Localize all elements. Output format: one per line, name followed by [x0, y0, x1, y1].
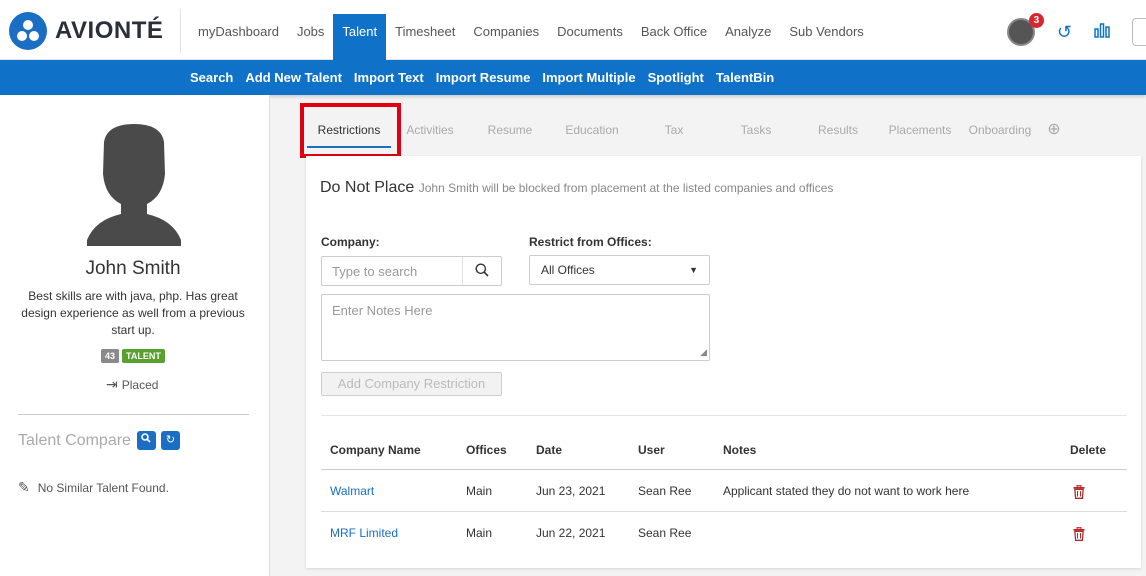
nav-item-jobs[interactable]: Jobs	[288, 14, 333, 60]
offices-label: Restrict from Offices:	[529, 235, 652, 249]
logo[interactable]: AVIONTÉ	[9, 12, 163, 50]
restrictions-table: Company Name Offices Date User Notes Del…	[321, 434, 1127, 554]
refresh-icon[interactable]: ↺	[1057, 22, 1072, 43]
header-company-name[interactable]: Company Name	[330, 434, 421, 467]
caret-down-icon: ▼	[689, 265, 698, 275]
offices-select[interactable]: All Offices ▼	[529, 255, 710, 285]
header-delete: Delete	[1070, 443, 1107, 457]
search-icon[interactable]	[463, 263, 501, 280]
nav-item-talent[interactable]: Talent	[333, 14, 387, 60]
company-label: Company:	[321, 235, 380, 249]
row-notes: Applicant stated they do not want to wor…	[723, 484, 970, 498]
talent-compare: Talent Compare ↻	[18, 431, 185, 450]
restrictions-panel: Do Not Place John Smith will be blocked …	[306, 156, 1141, 568]
trash-icon[interactable]	[1073, 470, 1085, 512]
top-header: AVIONTÉ myDashboard Jobs Talent Timeshee…	[0, 0, 1146, 60]
company-search	[321, 256, 502, 286]
header-actions: 3 ↺	[1006, 13, 1146, 50]
subnav-search[interactable]: Search	[190, 70, 233, 85]
panel-divider	[321, 415, 1127, 416]
talent-subnav-bar: Search Add New Talent Import Text Import…	[0, 60, 1146, 95]
table-header: Company Name Offices Date User Notes Del…	[321, 434, 1127, 470]
placed-icon: ⇥	[106, 376, 118, 392]
compare-refresh-button[interactable]: ↻	[160, 431, 180, 450]
row-offices: Main	[466, 526, 493, 540]
tab-results[interactable]: Results	[797, 112, 879, 148]
trash-icon[interactable]	[1073, 512, 1085, 554]
avionte-logo-icon	[9, 12, 47, 50]
header-notes[interactable]: Notes	[723, 434, 756, 467]
company-link[interactable]: Walmart	[330, 470, 374, 512]
nav-item-back-office[interactable]: Back Office	[632, 14, 716, 60]
table-row: MRF Limited Main Jun 22, 2021 Sean Ree	[321, 512, 1127, 554]
header-user[interactable]: User	[638, 434, 665, 467]
nav-item-analyze[interactable]: Analyze	[716, 14, 780, 60]
analytics-icon[interactable]	[1094, 22, 1110, 43]
panel-title: Do Not Place John Smith will be blocked …	[320, 179, 833, 197]
notification-badge: 3	[1028, 13, 1044, 28]
table-row: Walmart Main Jun 23, 2021 Sean Ree Appli…	[321, 470, 1127, 512]
resize-handle-icon[interactable]: ◢	[700, 347, 707, 358]
row-user: Sean Ree	[638, 484, 692, 498]
main-nav: myDashboard Jobs Talent Timesheet Compan…	[189, 14, 873, 60]
subnav-import-text[interactable]: Import Text	[354, 70, 424, 85]
restrictions-tab-highlight	[300, 103, 401, 158]
no-similar-talent: ✎ No Similar Talent Found.	[18, 479, 169, 496]
subnav-import-resume[interactable]: Import Resume	[436, 70, 531, 85]
do-not-place-heading: Do Not Place	[320, 179, 415, 196]
subnav-add-new-talent[interactable]: Add New Talent	[245, 70, 342, 85]
talent-id-badge: 43	[101, 349, 120, 363]
notes-textarea[interactable]: Enter Notes Here ◢	[321, 294, 710, 361]
search-icon	[141, 433, 152, 443]
nav-item-mydashboard[interactable]: myDashboard	[189, 14, 288, 60]
do-not-place-subtitle: John Smith will be blocked from placemen…	[418, 181, 834, 195]
header-date[interactable]: Date	[536, 434, 562, 467]
row-user: Sean Ree	[638, 526, 692, 540]
placement-status-label: Placed	[121, 377, 159, 392]
sidebar-divider	[18, 414, 249, 415]
tab-tasks[interactable]: Tasks	[715, 112, 797, 148]
nav-item-timesheet[interactable]: Timesheet	[386, 14, 464, 60]
pencil-icon: ✎	[18, 479, 30, 495]
logo-divider	[180, 9, 181, 53]
add-company-restriction-button[interactable]: Add Company Restriction	[321, 372, 502, 396]
tab-onboarding[interactable]: Onboarding	[961, 112, 1039, 148]
talent-tabs: Restrictions Activities Resume Education…	[307, 112, 1069, 148]
brand-name: AVIONTÉ	[55, 17, 164, 44]
offices-select-value: All Offices	[541, 263, 595, 277]
row-date: Jun 23, 2021	[536, 484, 606, 498]
nav-item-companies[interactable]: Companies	[464, 14, 548, 60]
tab-placements[interactable]: Placements	[879, 112, 961, 148]
subnav-talentbin[interactable]: TalentBin	[716, 70, 774, 85]
nav-item-sub-vendors[interactable]: Sub Vendors	[780, 14, 872, 60]
row-date: Jun 22, 2021	[536, 526, 606, 540]
no-similar-text: No Similar Talent Found.	[37, 480, 169, 495]
compare-search-button[interactable]	[136, 431, 156, 450]
placement-status: ⇥ Placed	[106, 376, 158, 393]
tab-resume[interactable]: Resume	[469, 112, 551, 148]
profile-description: Best skills are with java, php. Has grea…	[21, 289, 245, 337]
user-menu[interactable]: 3	[1006, 13, 1044, 46]
profile-silhouette-icon	[87, 124, 181, 246]
notes-placeholder: Enter Notes Here	[332, 303, 433, 318]
tab-education[interactable]: Education	[551, 112, 633, 148]
talent-type-badge: TALENT	[122, 349, 165, 363]
header-offices[interactable]: Offices	[466, 434, 507, 467]
row-offices: Main	[466, 484, 493, 498]
profile-sidebar: John Smith Best skills are with java, ph…	[0, 95, 270, 576]
add-tab-icon[interactable]: ⊕	[1039, 112, 1069, 148]
tab-activities[interactable]: Activities	[391, 112, 469, 148]
company-search-input[interactable]	[322, 257, 462, 285]
overflow-button[interactable]	[1132, 18, 1146, 46]
company-link[interactable]: MRF Limited	[330, 512, 398, 554]
tab-tax[interactable]: Tax	[633, 112, 715, 148]
talent-subnav: Search Add New Talent Import Text Import…	[190, 60, 786, 95]
subnav-import-multiple[interactable]: Import Multiple	[542, 70, 635, 85]
talent-compare-label: Talent Compare	[18, 431, 131, 449]
nav-item-documents[interactable]: Documents	[548, 14, 632, 60]
subnav-spotlight[interactable]: Spotlight	[648, 70, 704, 85]
profile-tags: 43 TALENT	[101, 349, 168, 363]
profile-name: John Smith	[85, 258, 181, 279]
